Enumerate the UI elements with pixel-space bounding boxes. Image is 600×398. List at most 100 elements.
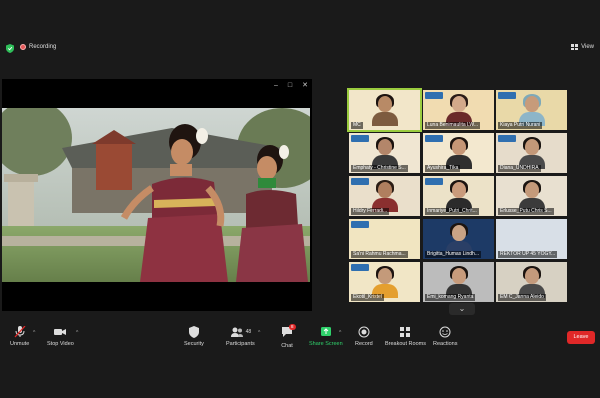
avatar xyxy=(524,139,539,155)
participant-name: Emi_komang Ryanta xyxy=(425,294,476,301)
avatar xyxy=(524,268,539,284)
participant-tile[interactable]: Luna Benimaulita LW... xyxy=(423,90,494,130)
participant-tile[interactable]: Kiaya Putri Nurani xyxy=(496,90,567,130)
participant-tile[interactable]: Emphaty - Christine S... xyxy=(349,133,420,173)
avatar xyxy=(377,268,392,284)
participant-name: Inmariye_Putri_Chrit... xyxy=(425,208,479,215)
share-screen-button[interactable]: Share Screen xyxy=(309,326,343,347)
minimize-button[interactable]: – xyxy=(274,82,278,90)
participant-name: MC xyxy=(351,122,363,129)
avatar xyxy=(524,182,539,198)
participant-name: Luna Benimaulita LW... xyxy=(425,122,481,129)
security-shield-icon xyxy=(188,326,199,338)
participant-tile[interactable]: Ayushira_Tika xyxy=(423,133,494,173)
participant-name: Brigitta_Humas Lindh... xyxy=(425,251,481,258)
recording-dot-icon xyxy=(20,44,26,50)
avatar xyxy=(451,182,466,198)
avatar xyxy=(524,96,539,112)
participant-name: Hildry Ferradi... xyxy=(351,208,390,215)
leave-button[interactable]: Leave xyxy=(567,331,595,344)
virtual-background-logo xyxy=(351,178,369,185)
participants-label: Participants xyxy=(226,341,255,347)
dancers-video-image xyxy=(2,108,310,282)
participant-tile[interactable]: EM C_Janna Aleido xyxy=(496,262,567,302)
participant-tile[interactable]: REKTOR UP 45 YOGY... xyxy=(496,219,567,259)
recording-label: Recording xyxy=(29,44,57,50)
meeting-toolbar: Unmute ^ Stop Video ^ Security 48 Partic… xyxy=(0,322,600,352)
close-button[interactable]: ✕ xyxy=(302,82,308,90)
participants-button[interactable]: 48 Participants xyxy=(226,326,255,347)
avatar xyxy=(451,139,466,155)
virtual-background-logo xyxy=(498,135,516,142)
participant-tile[interactable]: Hildry Ferradi... xyxy=(349,176,420,216)
video-camera-icon xyxy=(54,329,67,335)
participant-name: REKTOR UP 45 YOGY... xyxy=(498,251,558,258)
participant-tile[interactable]: Brigitta_Humas Lindh... xyxy=(423,219,494,259)
video-options-caret[interactable]: ^ xyxy=(76,330,78,336)
participant-tile[interactable]: Inmariye_Putri_Chrit... xyxy=(423,176,494,216)
maximize-button[interactable]: □ xyxy=(288,82,292,90)
virtual-background-logo xyxy=(351,221,369,228)
view-button[interactable]: View xyxy=(571,44,594,50)
chat-button[interactable]: 8 Chat xyxy=(280,324,296,349)
reactions-button[interactable]: Reactions xyxy=(433,326,457,347)
avatar xyxy=(451,96,466,112)
participant-name: Sa'ni Rahmu Rachma... xyxy=(351,251,408,258)
chat-label: Chat xyxy=(281,343,293,349)
avatar-body xyxy=(371,112,398,126)
virtual-background-logo xyxy=(498,92,516,99)
chat-icon-wrap: 8 xyxy=(280,324,296,340)
security-button[interactable]: Security xyxy=(184,326,204,347)
virtual-background-logo xyxy=(351,135,369,142)
share-screen-icon xyxy=(320,327,331,336)
shared-video xyxy=(2,108,310,282)
virtual-background-logo xyxy=(425,92,443,99)
share-options-caret[interactable]: ^ xyxy=(339,330,341,336)
audio-options-caret[interactable]: ^ xyxy=(33,330,35,336)
participant-tile[interactable]: Emi_komang Ryanta xyxy=(423,262,494,302)
avatar xyxy=(377,182,392,198)
participant-tile[interactable]: Ekotil_Kristel xyxy=(349,262,420,302)
participant-name: Kiaya Putri Nurani xyxy=(498,122,543,129)
share-screen-label: Share Screen xyxy=(309,341,343,347)
unmute-button[interactable]: Unmute xyxy=(10,326,29,347)
avatar xyxy=(451,268,466,284)
breakout-rooms-button[interactable]: Breakout Rooms xyxy=(385,326,426,347)
encryption-shield-icon[interactable] xyxy=(6,44,14,53)
participant-tile[interactable]: MC xyxy=(347,88,422,132)
record-label: Record xyxy=(355,341,373,347)
participant-name: Emphaty - Christine S... xyxy=(351,165,408,172)
recording-indicator[interactable]: Recording xyxy=(20,44,56,50)
shared-window-controls: – □ ✕ xyxy=(274,82,308,90)
virtual-background-logo xyxy=(351,264,369,271)
participants-icon xyxy=(230,327,243,337)
chevron-down-icon: ⌄ xyxy=(458,304,466,313)
record-button[interactable]: Record xyxy=(355,326,373,347)
participants-icon-wrap: 48 xyxy=(230,326,252,338)
participant-name: EM C_Janna Aleido xyxy=(498,294,546,301)
participant-tile[interactable]: Sa'ni Rahmu Rachma... xyxy=(349,219,420,259)
participant-name: Diana_UNDHIRA xyxy=(498,165,541,172)
muted-mic-icon xyxy=(14,326,26,338)
meeting-top-bar: Recording View xyxy=(0,40,600,58)
participant-name: Erlusse_Putu Chris S... xyxy=(498,208,554,215)
avatar xyxy=(377,96,392,112)
participants-options-caret[interactable]: ^ xyxy=(258,330,260,336)
stop-video-button[interactable]: Stop Video xyxy=(47,326,74,347)
participant-name: Ayushira_Tika xyxy=(425,165,461,172)
participant-tile[interactable]: Diana_UNDHIRA xyxy=(496,133,567,173)
chat-unread-badge: 8 xyxy=(289,324,296,330)
reactions-label: Reactions xyxy=(433,341,458,347)
breakout-rooms-label: Breakout Rooms xyxy=(385,341,426,347)
view-label: View xyxy=(581,44,594,50)
security-label: Security xyxy=(184,341,204,347)
participant-name: Ekotil_Kristel xyxy=(351,294,384,301)
record-icon xyxy=(358,326,370,338)
gallery-next-page-button[interactable]: ⌄ xyxy=(449,303,475,315)
unmute-label: Unmute xyxy=(10,341,30,347)
avatar xyxy=(377,139,392,155)
virtual-background-logo xyxy=(425,178,443,185)
virtual-background-logo xyxy=(425,135,443,142)
participants-count: 48 xyxy=(245,329,252,335)
participant-tile[interactable]: Erlusse_Putu Chris S... xyxy=(496,176,567,216)
